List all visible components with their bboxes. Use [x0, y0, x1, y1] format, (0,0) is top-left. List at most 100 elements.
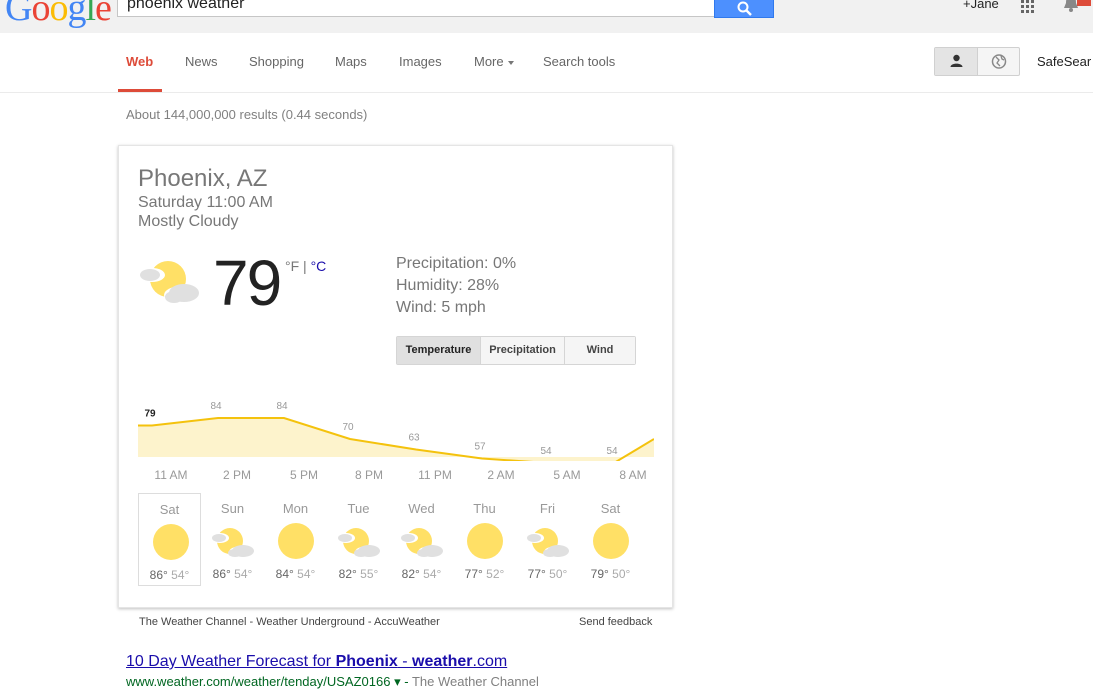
hour-label: 5 PM — [289, 468, 318, 482]
tab-more[interactable]: More — [474, 54, 514, 69]
forecast-high: 84° — [275, 567, 294, 581]
forecast-day[interactable]: Mon 84° 54° — [264, 493, 327, 586]
forecast-day[interactable]: Sat 86° 54° — [138, 493, 201, 586]
forecast-day-name: Sun — [220, 501, 245, 516]
forecast-low: 52° — [486, 567, 505, 581]
tab-more-label: More — [474, 54, 504, 69]
temperature-point-label: 84 — [276, 401, 288, 412]
wind-button[interactable]: Wind — [565, 337, 635, 364]
result-title-link[interactable]: 10 Day Weather Forecast for Phoenix - we… — [126, 653, 507, 671]
sunny-icon — [151, 522, 191, 567]
forecast-day-temps: 82° 54° — [390, 567, 453, 581]
results-toggle — [934, 47, 1020, 76]
wind-detail: Wind: 5 mph — [396, 299, 486, 316]
forecast-high: 82° — [401, 567, 420, 581]
forecast-day-temps: 77° 50° — [516, 567, 579, 581]
forecast-day-temps: 79° 50° — [579, 567, 642, 581]
temperature-point-label: 54 — [606, 446, 618, 457]
forecast-day-temps: 82° 55° — [327, 567, 390, 581]
unit-celsius[interactable]: °C — [311, 258, 327, 274]
hour-label: 2 AM — [487, 468, 515, 482]
hour-label: 11 AM — [154, 468, 188, 482]
forecast-day-name: Sat — [159, 502, 180, 517]
unit-fahrenheit[interactable]: °F — [285, 258, 299, 274]
forecast-day[interactable]: Thu 77° 52° — [453, 493, 516, 586]
forecast-day[interactable]: Sat 79° 50° — [579, 493, 642, 586]
partly-cloudy-icon — [525, 526, 571, 563]
weather-condition: Mostly Cloudy — [138, 213, 239, 230]
partly-cloudy-icon — [210, 526, 256, 563]
forecast-day-name: Mon — [282, 501, 309, 516]
unit-separator: | — [303, 258, 307, 274]
forecast-low: 50° — [549, 567, 568, 581]
forecast-day-temps: 84° 54° — [264, 567, 327, 581]
person-icon — [950, 54, 963, 67]
forecast-high: 77° — [527, 567, 546, 581]
search-nav: Web News Shopping Maps Images More Searc… — [0, 33, 1093, 93]
forecast-day-temps: 86° 54° — [201, 567, 264, 581]
search-input[interactable]: phoenix weather — [117, 0, 715, 17]
precipitation-detail: Precipitation: 0% — [396, 255, 517, 272]
result-title-prefix: 10 Day Weather Forecast for — [126, 653, 336, 670]
sunny-icon — [591, 521, 631, 566]
search-button[interactable] — [714, 0, 774, 18]
tab-images[interactable]: Images — [399, 54, 442, 69]
safesearch-menu[interactable]: SafeSear — [1037, 54, 1091, 69]
weather-card: Phoenix, AZ Saturday 11:00 AM Mostly Clo… — [118, 145, 673, 608]
partly-cloudy-icon — [399, 526, 445, 563]
forecast-day-temps: 86° 54° — [139, 568, 200, 582]
hour-label: 11 PM — [418, 468, 452, 482]
forecast-day-name: Tue — [347, 501, 370, 516]
forecast-low: 55° — [360, 567, 379, 581]
forecast-high: 86° — [149, 568, 168, 582]
unit-switch: °F | °C — [285, 258, 326, 274]
hour-label: 8 AM — [619, 468, 647, 482]
forecast-day[interactable]: Wed 82° 54° — [390, 493, 453, 586]
forecast-high: 86° — [212, 567, 231, 581]
partly-cloudy-icon — [336, 526, 382, 563]
active-tab-indicator — [118, 89, 162, 92]
weather-sources[interactable]: The Weather Channel - Weather Undergroun… — [139, 616, 440, 628]
forecast-day[interactable]: Fri 77° 50° — [516, 493, 579, 586]
result-title-bold-2: weather — [412, 653, 473, 670]
result-title-suffix: .com — [472, 653, 508, 670]
globe-icon — [991, 54, 1007, 69]
tab-web[interactable]: Web — [126, 54, 153, 69]
forecast-day-temps: 77° 52° — [453, 567, 516, 581]
weather-datetime: Saturday 11:00 AM — [138, 194, 273, 211]
forecast-low: 50° — [612, 567, 631, 581]
forecast-day[interactable]: Tue 82° 55° — [327, 493, 390, 586]
temperature-chart: 79 84 84 70 63 57 54 54 — [138, 401, 654, 461]
tab-maps[interactable]: Maps — [335, 54, 367, 69]
precipitation-button[interactable]: Precipitation — [481, 337, 565, 364]
tab-shopping[interactable]: Shopping — [249, 54, 304, 69]
chevron-down-icon[interactable]: ▾ — [394, 674, 401, 689]
forecast-day-name: Thu — [473, 501, 496, 516]
result-url: www.weather.com/weather/tenday/USAZ0166 … — [126, 674, 539, 689]
personal-results-button[interactable] — [935, 48, 978, 75]
result-title-bold: Phoenix — [335, 653, 398, 670]
user-name-link[interactable]: +Jane — [963, 0, 999, 11]
forecast-low: 54° — [171, 568, 190, 582]
forecast-day-name: Sat — [600, 501, 621, 516]
forecast-day-name: Wed — [408, 501, 435, 516]
google-logo[interactable]: Google — [5, 0, 112, 30]
sunny-icon — [276, 521, 316, 566]
temperature-area — [138, 418, 654, 461]
apps-grid-icon[interactable] — [1021, 0, 1035, 13]
temperature-button[interactable]: Temperature — [397, 337, 481, 364]
forecast-low: 54° — [297, 567, 316, 581]
tab-search-tools[interactable]: Search tools — [543, 54, 615, 69]
send-feedback-link[interactable]: Send feedback — [579, 616, 652, 628]
forecast-day[interactable]: Sun 86° 54° — [201, 493, 264, 586]
forecast-high: 79° — [590, 567, 609, 581]
tab-news[interactable]: News — [185, 54, 218, 69]
global-results-button[interactable] — [978, 48, 1020, 75]
sunny-icon — [465, 521, 505, 566]
humidity-detail: Humidity: 28% — [396, 277, 500, 294]
chart-mode-buttons: Temperature Precipitation Wind — [396, 336, 636, 365]
forecast-day-name: Fri — [539, 501, 556, 516]
temperature-point-label: 84 — [210, 401, 222, 412]
hour-label: 2 PM — [222, 468, 251, 482]
partly-cloudy-icon — [139, 261, 200, 304]
